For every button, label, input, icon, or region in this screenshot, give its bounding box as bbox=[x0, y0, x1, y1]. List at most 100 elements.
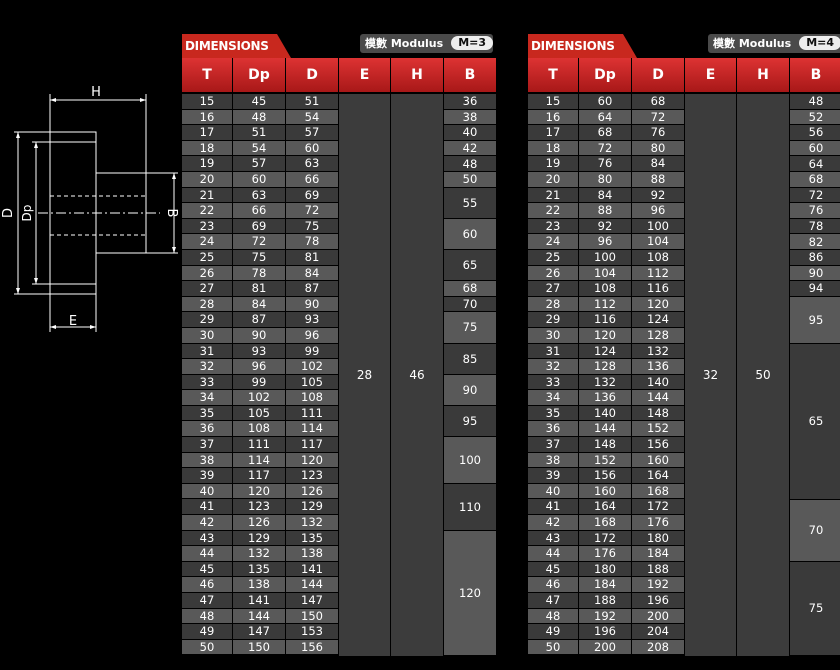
b-value-cell: 120 bbox=[444, 530, 496, 656]
table-cell: 153 bbox=[286, 624, 338, 640]
table-cell: 29 bbox=[182, 312, 232, 328]
table-cell: 129 bbox=[286, 499, 338, 516]
table-cell: 60 bbox=[233, 171, 285, 188]
table-cell: 132 bbox=[579, 374, 631, 391]
table-cell: 200 bbox=[632, 608, 684, 625]
table-cell: 196 bbox=[579, 624, 631, 640]
table-cell: 75 bbox=[233, 249, 285, 266]
table-cell: 144 bbox=[632, 390, 684, 406]
table-cell: 37 bbox=[182, 437, 232, 453]
table-cell: 93 bbox=[286, 312, 338, 328]
table-cell: 31 bbox=[182, 343, 232, 360]
table-cell: 30 bbox=[182, 327, 232, 344]
b-value-cell: 95 bbox=[790, 296, 840, 344]
table-cell: 17 bbox=[182, 125, 232, 141]
table-cell: 156 bbox=[579, 468, 631, 484]
table-cell: 164 bbox=[632, 468, 684, 484]
table-cell: 63 bbox=[286, 156, 338, 172]
table-cell: 64 bbox=[579, 109, 631, 126]
table-cell: 87 bbox=[286, 281, 338, 297]
table-cell: 123 bbox=[233, 499, 285, 516]
table-cell: 44 bbox=[528, 546, 578, 562]
table-cell: 26 bbox=[182, 265, 232, 282]
b-value-cell: 52 bbox=[790, 109, 840, 126]
table-cell: 120 bbox=[286, 452, 338, 469]
table-cell: 80 bbox=[632, 140, 684, 157]
table-cell: 22 bbox=[182, 203, 232, 219]
table-cell: 192 bbox=[579, 608, 631, 625]
table-cell: 144 bbox=[286, 577, 338, 593]
b-value-cell: 85 bbox=[444, 343, 496, 375]
table-cell: 48 bbox=[528, 608, 578, 625]
table-cell: 44 bbox=[182, 546, 232, 562]
b-value-cell: 94 bbox=[790, 281, 840, 297]
column-e-value: 32 bbox=[685, 94, 736, 656]
column-d: 68 72 76 80 84 88 92 96 100 104 108 112 116 120 124 128… bbox=[632, 94, 684, 656]
table-cell: 26 bbox=[528, 265, 578, 282]
table-cell: 47 bbox=[528, 593, 578, 609]
table-cell: 156 bbox=[632, 437, 684, 453]
table-cell: 57 bbox=[233, 156, 285, 172]
table-cell: 84 bbox=[233, 296, 285, 313]
table-cell: 28 bbox=[528, 296, 578, 313]
table-cell: 132 bbox=[632, 343, 684, 360]
column-headers: T Dp D E H B bbox=[182, 58, 497, 92]
table-cell: 93 bbox=[233, 343, 285, 360]
b-value-cell: 75 bbox=[790, 562, 840, 656]
table-cell: 42 bbox=[182, 515, 232, 531]
table-cell: 20 bbox=[528, 171, 578, 188]
table-cell: 32 bbox=[528, 359, 578, 375]
table-cell: 39 bbox=[182, 468, 232, 484]
b-value-cell: 50 bbox=[444, 172, 496, 188]
table-cell: 180 bbox=[632, 530, 684, 547]
table-cell: 112 bbox=[632, 265, 684, 282]
table-cell: 34 bbox=[182, 390, 232, 406]
table-cell: 150 bbox=[233, 639, 285, 656]
table-cell: 176 bbox=[579, 546, 631, 562]
table-cell: 51 bbox=[286, 94, 338, 110]
column-header-e: E bbox=[685, 58, 736, 92]
column-header-h: H bbox=[391, 58, 443, 92]
table-cell: 24 bbox=[528, 234, 578, 250]
table-cell: 72 bbox=[579, 140, 631, 157]
table-cell: 176 bbox=[632, 515, 684, 531]
table-cell: 90 bbox=[233, 327, 285, 344]
table-cell: 120 bbox=[632, 296, 684, 313]
table-cell: 42 bbox=[528, 515, 578, 531]
table-cell: 128 bbox=[632, 327, 684, 344]
table-cell: 80 bbox=[579, 171, 631, 188]
table-cell: 40 bbox=[182, 483, 232, 500]
table-cell: 90 bbox=[286, 296, 338, 313]
table-cell: 114 bbox=[286, 421, 338, 438]
table-cell: 120 bbox=[579, 327, 631, 344]
table-cell: 72 bbox=[286, 203, 338, 219]
table-cell: 141 bbox=[233, 593, 285, 609]
b-value-cell: 68 bbox=[444, 281, 496, 297]
b-value-cell: 42 bbox=[444, 140, 496, 157]
table-cell: 49 bbox=[182, 624, 232, 640]
table-cell: 25 bbox=[528, 249, 578, 266]
table-cell: 204 bbox=[632, 624, 684, 640]
label-e: E bbox=[69, 314, 77, 329]
table-cell: 81 bbox=[233, 281, 285, 297]
table-cell: 23 bbox=[182, 218, 232, 235]
table-cell: 24 bbox=[182, 234, 232, 250]
modulus-value: M=3 bbox=[451, 36, 494, 50]
b-value-cell: 65 bbox=[790, 343, 840, 500]
table-cell: 180 bbox=[579, 561, 631, 578]
column-header-t: T bbox=[528, 58, 578, 92]
table-cell: 102 bbox=[233, 390, 285, 406]
table-cell: 84 bbox=[632, 156, 684, 172]
b-value-cell: 82 bbox=[790, 234, 840, 250]
table-cell: 19 bbox=[182, 156, 232, 172]
table-cell: 111 bbox=[286, 405, 338, 422]
table-cell: 117 bbox=[233, 468, 285, 484]
table-cell: 15 bbox=[528, 94, 578, 110]
table-cell: 126 bbox=[233, 515, 285, 531]
table-cell: 116 bbox=[632, 281, 684, 297]
table-cell: 27 bbox=[182, 281, 232, 297]
table-cell: 54 bbox=[286, 109, 338, 126]
b-value-cell: 48 bbox=[444, 156, 496, 172]
column-t: 15 16 17 18 19 20 21 22 23 24 25 26 27 28 29 30 31 32 33 34… bbox=[528, 94, 578, 656]
table-cell: 27 bbox=[528, 281, 578, 297]
